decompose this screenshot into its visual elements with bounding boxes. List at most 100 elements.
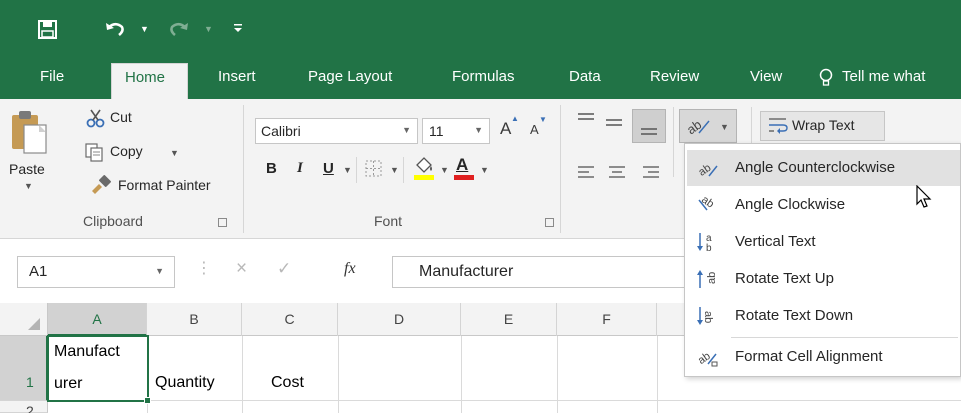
copy-dropdown-icon[interactable]: ▼ [170,148,179,158]
format-painter-button[interactable]: Format Painter [118,177,211,193]
paste-dropdown-icon[interactable]: ▼ [24,181,33,191]
underline-button[interactable]: U [323,160,334,177]
column-header-f[interactable]: F [557,303,657,336]
svg-text:ab: ab [706,272,718,284]
chevron-down-icon: ▼ [474,125,483,135]
font-name-value: Calibri [261,123,301,139]
chevron-down-icon: ▼ [720,122,729,132]
fill-color-icon[interactable] [412,155,436,181]
menu-item-label: Angle Counterclockwise [735,159,896,176]
font-group-label: Font [374,213,403,229]
scissors-icon[interactable] [86,109,106,129]
align-center-icon[interactable] [608,165,626,181]
clipboard-dialog-launcher[interactable] [218,218,227,227]
menu-item-format-cell-alignment[interactable]: ab Format Cell Alignment [687,339,960,375]
select-all-button[interactable] [0,303,48,336]
font-dialog-launcher[interactable] [545,218,554,227]
shrink-font-button[interactable]: A [530,122,539,137]
select-all-icon [28,318,40,330]
tab-view[interactable]: View [750,68,782,85]
align-left-icon[interactable] [577,165,595,181]
svg-text:b: b [706,243,712,253]
bottom-align-button[interactable] [632,109,666,143]
angle-clockwise-icon: ab [698,194,716,211]
mouse-cursor-icon [916,185,932,208]
paste-button[interactable]: Paste [9,161,45,177]
cell-a1[interactable]: Manufact urer [47,335,151,404]
italic-button[interactable]: I [297,160,303,177]
menu-separator [731,337,958,338]
rotate-text-down-icon: ab [697,307,714,325]
column-header-e[interactable]: E [461,303,557,336]
tab-review[interactable]: Review [650,68,699,85]
tab-page-layout[interactable]: Page Layout [308,68,392,85]
row-header-2[interactable]: 2 [0,401,48,413]
middle-align-icon[interactable] [605,115,623,133]
fill-handle[interactable] [144,397,151,404]
svg-text:ab: ab [696,350,713,367]
cell-a1-line2: urer [54,375,83,392]
borders-dropdown-icon[interactable]: ▼ [390,165,399,175]
save-icon[interactable] [38,20,58,40]
borders-icon[interactable] [364,159,384,179]
row-header-1[interactable]: 1 [0,336,48,401]
column-header-c[interactable]: C [242,303,338,336]
font-color-dropdown-icon[interactable]: ▼ [480,165,489,175]
tell-me-search[interactable]: Tell me what [842,68,925,85]
wrap-text-button[interactable]: Wrap Text [760,111,885,141]
divider [673,107,674,177]
insert-function-button[interactable]: fx [344,260,356,278]
row-header-1-label: 1 [26,374,34,390]
font-size-value: 11 [429,123,444,139]
tab-formulas[interactable]: Formulas [452,68,515,85]
tab-home-label: Home [125,69,166,86]
customize-qat-icon[interactable] [232,21,244,35]
cell-a1-line1: Manufact [54,343,120,360]
column-header-b[interactable]: B [147,303,242,336]
chevron-down-icon: ▼ [402,125,411,135]
grow-font-button[interactable]: A [500,119,511,139]
top-align-icon[interactable] [577,111,595,129]
menu-item-rotate-text-down[interactable]: ab Rotate Text Down [687,298,960,334]
font-size-combo[interactable]: 11 ▼ [422,118,490,144]
redo-dropdown-icon[interactable]: ▼ [204,24,213,34]
fill-color-dropdown-icon[interactable]: ▼ [440,165,449,175]
menu-item-angle-counterclockwise[interactable]: ab Angle Counterclockwise [687,150,960,186]
menu-item-rotate-text-up[interactable]: ab Rotate Text Up [687,261,960,297]
underline-dropdown-icon[interactable]: ▼ [343,165,352,175]
format-painter-icon[interactable] [90,175,112,195]
undo-dropdown-icon[interactable]: ▼ [140,24,149,34]
name-box[interactable]: A1 ▼ [17,256,175,288]
cut-button[interactable]: Cut [110,109,132,125]
cancel-icon[interactable]: × [236,258,247,280]
vertical-text-icon: a b [697,233,712,253]
divider [356,157,357,183]
name-box-value: A1 [29,263,48,280]
paste-icon[interactable] [10,109,48,155]
copy-button[interactable]: Copy [110,143,143,159]
undo-icon[interactable] [104,19,126,39]
tab-file[interactable]: File [40,68,64,85]
orientation-button[interactable]: ab ▼ [679,109,737,143]
column-header-a[interactable]: A [48,303,147,336]
menu-item-label: Angle Clockwise [735,196,846,213]
menu-item-vertical-text[interactable]: a b Vertical Text [687,224,960,260]
tab-data[interactable]: Data [569,68,601,85]
align-right-icon[interactable] [642,165,660,181]
bold-button[interactable]: B [266,160,277,177]
font-color-letter: A [456,155,469,174]
tab-home[interactable]: Home [111,63,188,99]
chevron-down-icon: ▼ [155,266,164,276]
group-separator [560,105,561,233]
menu-item-label: Rotate Text Up [735,270,834,287]
enter-icon[interactable]: ✓ [277,259,291,279]
copy-icon[interactable] [84,142,104,162]
font-name-combo[interactable]: Calibri ▼ [255,118,418,144]
menu-item-label: Format Cell Alignment [735,348,883,365]
font-color-button[interactable]: A [452,155,476,181]
cell-c1[interactable]: Cost [271,374,304,392]
column-header-d[interactable]: D [338,303,461,336]
cell-b1[interactable]: Quantity [155,374,215,392]
redo-icon[interactable] [168,19,190,39]
tab-insert[interactable]: Insert [218,68,256,85]
